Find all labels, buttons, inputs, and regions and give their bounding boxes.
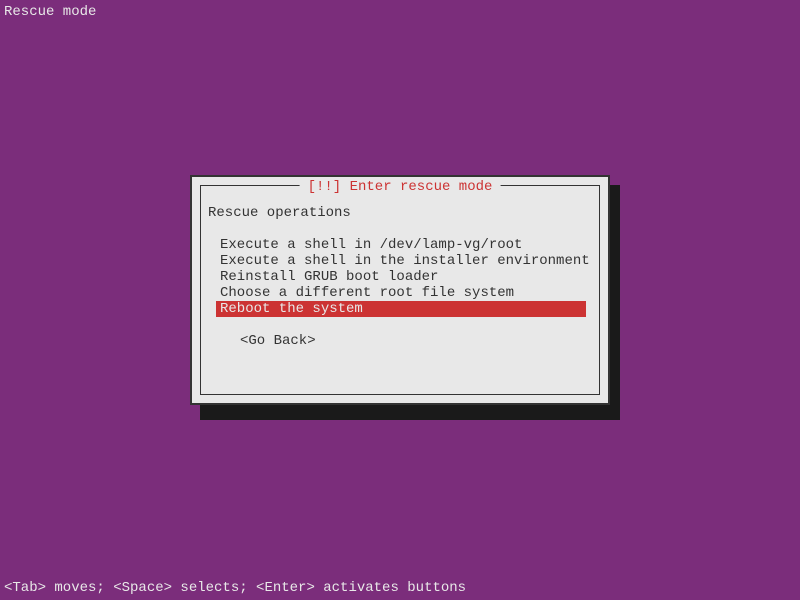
- go-back-button[interactable]: <Go Back>: [240, 333, 592, 349]
- menu-item-shell-root[interactable]: Execute a shell in /dev/lamp-vg/root: [216, 237, 592, 253]
- rescue-dialog: [!!] Enter rescue mode Rescue operations…: [190, 175, 610, 405]
- footer-help: <Tab> moves; <Space> selects; <Enter> ac…: [4, 580, 466, 596]
- section-title: Rescue operations: [208, 205, 592, 221]
- menu-item-reboot[interactable]: Reboot the system: [216, 301, 586, 317]
- header-title: Rescue mode: [4, 4, 96, 20]
- dialog-content: Rescue operations Execute a shell in /de…: [208, 205, 592, 349]
- menu-item-reinstall-grub[interactable]: Reinstall GRUB boot loader: [216, 269, 592, 285]
- menu-item-choose-root[interactable]: Choose a different root file system: [216, 285, 592, 301]
- menu-item-shell-installer[interactable]: Execute a shell in the installer environ…: [216, 253, 592, 269]
- menu-items-container: Execute a shell in /dev/lamp-vg/root Exe…: [216, 237, 592, 317]
- dialog-title: [!!] Enter rescue mode: [300, 179, 501, 195]
